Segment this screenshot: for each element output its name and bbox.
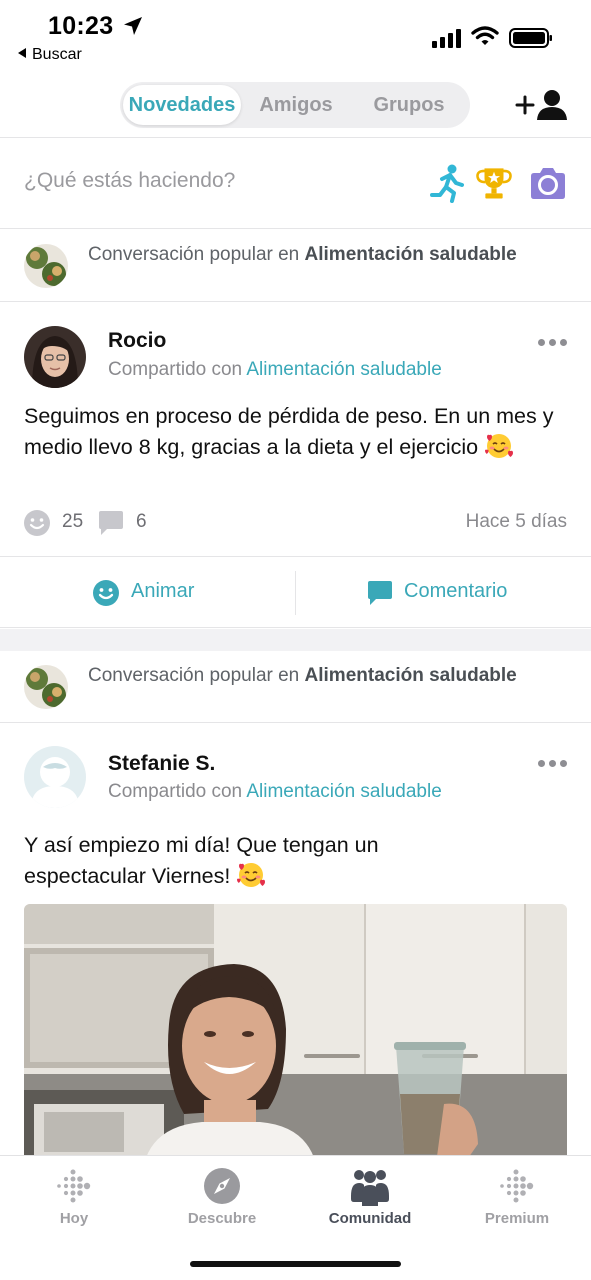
- premium-dots-icon: [500, 1169, 534, 1203]
- tab-label: Comunidad: [328, 1210, 412, 1227]
- comment-button[interactable]: Comentario: [296, 557, 591, 629]
- add-friend-icon[interactable]: [514, 86, 570, 124]
- post-timestamp: Hace 5 días: [465, 511, 567, 532]
- post-more-options-button[interactable]: [536, 332, 570, 352]
- cheer-smile-icon: [93, 580, 119, 606]
- shared-prefix: Compartido con: [108, 359, 243, 380]
- comment-icon: [368, 581, 392, 605]
- status-composer[interactable]: ¿Qué estás haciendo?: [0, 139, 591, 229]
- post-author[interactable]: Stefanie S.: [108, 752, 215, 776]
- post-more-options-button[interactable]: [536, 753, 570, 773]
- top-navigation: Novedades Amigos Grupos: [0, 70, 591, 138]
- back-to-app-link[interactable]: Buscar: [18, 46, 82, 64]
- tab-amigos[interactable]: Amigos: [241, 85, 351, 125]
- feed-post: Rocio Compartido con Alimentación saluda…: [0, 303, 591, 556]
- tab-label: Hoy: [59, 1210, 89, 1227]
- post-text: Y así empiezo mi día! Que tengan un espe…: [24, 833, 379, 888]
- feed-separator: [0, 629, 591, 651]
- post-photo[interactable]: [24, 904, 567, 1164]
- popular-conversation-text: Conversación popular en Alimentación sal…: [88, 242, 548, 268]
- post-body: Seguimos en proceso de pérdida de peso. …: [24, 402, 569, 462]
- status-time: 10:23: [48, 12, 114, 40]
- shared-with: Compartido con Alimentación saludable: [108, 781, 442, 803]
- group-name[interactable]: Alimentación saludable: [305, 665, 517, 686]
- compass-icon: [204, 1168, 240, 1204]
- wifi-icon: [471, 26, 499, 45]
- cellular-signal-icon: [432, 29, 461, 48]
- smiling-face-with-hearts-emoji-icon: [485, 434, 514, 458]
- user-avatar[interactable]: [24, 326, 86, 388]
- post-body: Y así empiezo mi día! Que tengan un espe…: [24, 831, 444, 891]
- feed-segmented-control: Novedades Amigos Grupos: [120, 82, 470, 128]
- home-indicator: [190, 1261, 401, 1267]
- post-text: Seguimos en proceso de pérdida de peso. …: [24, 404, 554, 459]
- back-app-label: Buscar: [32, 46, 82, 63]
- shared-prefix: Compartido con: [108, 781, 243, 802]
- fitbit-dots-icon: [57, 1169, 91, 1203]
- community-icon: [351, 1170, 389, 1206]
- tab-novedades[interactable]: Novedades: [123, 85, 241, 125]
- group-thumbnail[interactable]: [24, 244, 68, 288]
- post-stats: 25 6 Hace 5 días: [0, 503, 591, 543]
- popular-conversation-text: Conversación popular en Alimentación sal…: [88, 663, 548, 689]
- cheer-label: Animar: [131, 580, 195, 602]
- group-thumbnail[interactable]: [24, 665, 68, 709]
- tab-label: Descubre: [187, 1210, 257, 1227]
- tab-descubre[interactable]: Descubre: [148, 1156, 296, 1246]
- popular-prefix: Conversación popular en: [88, 665, 300, 686]
- location-arrow-icon: [124, 17, 142, 35]
- popular-conversation-header[interactable]: Conversación popular en Alimentación sal…: [0, 651, 591, 723]
- composer-placeholder[interactable]: ¿Qué estás haciendo?: [24, 169, 235, 193]
- tab-hoy[interactable]: Hoy: [0, 1156, 148, 1246]
- shared-group-link[interactable]: Alimentación saludable: [246, 359, 441, 380]
- back-triangle-icon: [18, 48, 26, 58]
- comment-label: Comentario: [404, 580, 508, 602]
- trophy-icon[interactable]: [475, 163, 513, 203]
- default-avatar-icon[interactable]: [24, 746, 86, 808]
- cheer-button[interactable]: Animar: [0, 557, 295, 629]
- comment-count[interactable]: 6: [136, 511, 147, 533]
- tab-comunidad[interactable]: Comunidad: [296, 1156, 444, 1246]
- post-author[interactable]: Rocio: [108, 329, 166, 353]
- camera-icon[interactable]: [529, 163, 567, 203]
- tab-grupos[interactable]: Grupos: [353, 85, 465, 125]
- group-name[interactable]: Alimentación saludable: [305, 244, 517, 265]
- cheer-face-icon: [24, 510, 50, 536]
- shared-group-link[interactable]: Alimentación saludable: [246, 781, 441, 802]
- cheer-count[interactable]: 25: [62, 511, 83, 533]
- battery-icon: [509, 28, 552, 48]
- shared-with: Compartido con Alimentación saludable: [108, 359, 442, 381]
- post-action-bar: Animar Comentario: [0, 556, 591, 628]
- tab-label: Premium: [484, 1210, 550, 1227]
- log-exercise-running-icon[interactable]: [428, 163, 466, 203]
- popular-conversation-header[interactable]: Conversación popular en Alimentación sal…: [0, 230, 591, 302]
- tab-premium[interactable]: Premium: [443, 1156, 591, 1246]
- status-bar: 10:23 Buscar: [0, 0, 591, 70]
- popular-prefix: Conversación popular en: [88, 244, 300, 265]
- smiling-face-with-hearts-emoji-icon: [237, 863, 266, 887]
- comment-bubble-icon: [99, 511, 123, 535]
